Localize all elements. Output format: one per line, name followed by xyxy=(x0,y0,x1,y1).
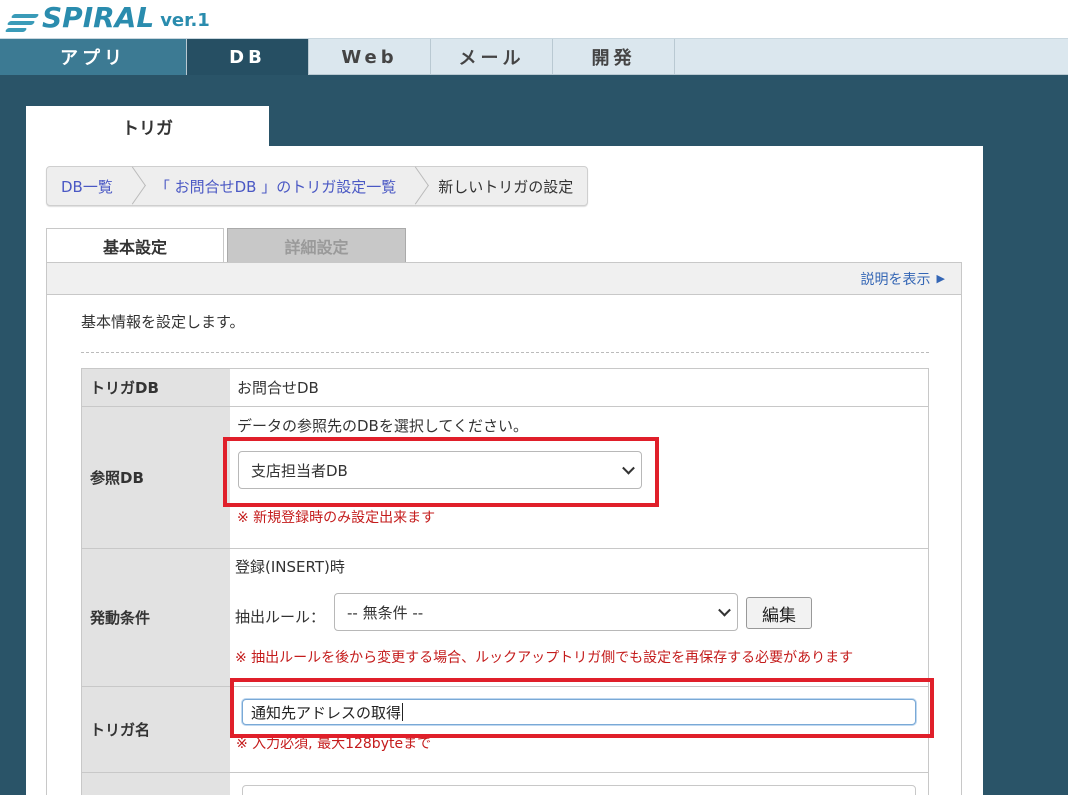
settings-tabs: 基本設定 詳細設定 xyxy=(46,228,406,263)
highlight-trigger-name xyxy=(230,678,934,738)
show-help-link[interactable]: 説明を表示 xyxy=(861,269,931,289)
rule-select[interactable]: -- 無条件 -- xyxy=(334,593,738,631)
nav-item-web[interactable]: Web xyxy=(309,39,431,75)
highlight-ref-db xyxy=(223,437,659,507)
divider xyxy=(81,352,929,353)
logo-text: SPIRAL xyxy=(42,1,155,34)
condition-note: ※ 抽出ルールを後から変更する場合、ルックアップトリガ側でも設定を再保存する必要… xyxy=(235,650,854,666)
row-condition: 発動条件 登録(INSERT)時 抽出ルール： -- 無条件 -- 編集 ※ 抽… xyxy=(82,549,928,687)
spiral-logo[interactable]: SPIRAL ver.1 xyxy=(4,1,210,34)
logo-version: ver.1 xyxy=(160,10,210,31)
nav-item-db[interactable]: DB xyxy=(187,39,309,75)
breadcrumb-db-list[interactable]: DB一覧 xyxy=(47,167,127,205)
breadcrumb-trigger-list[interactable]: 「 お問合せDB 」のトリガ設定一覧 xyxy=(141,167,410,205)
nav-item-app[interactable]: アプリ xyxy=(0,39,187,75)
breadcrumb: DB一覧 「 お問合せDB 」のトリガ設定一覧 新しいトリガの設定 xyxy=(46,166,589,206)
nav-item-mail[interactable]: メール xyxy=(431,39,553,75)
row-next xyxy=(82,773,928,795)
main-nav: アプリ DB Web メール 開発 xyxy=(0,38,1068,75)
label-next xyxy=(82,773,230,795)
chevron-down-icon xyxy=(718,603,731,617)
label-trigger-name: トリガ名 xyxy=(82,687,230,772)
label-trigger-db: トリガDB xyxy=(82,369,230,406)
logo-mark-icon xyxy=(4,6,40,34)
tab-detail-settings[interactable]: 詳細設定 xyxy=(227,228,406,263)
breadcrumb-separator-icon xyxy=(127,167,141,205)
header: SPIRAL ver.1 xyxy=(0,0,1068,38)
label-ref-db: 参照DB xyxy=(82,407,230,548)
row-trigger-db: トリガDB お問合せDB xyxy=(82,369,928,407)
rule-label: 抽出ルール： xyxy=(235,608,326,626)
value-trigger-db: お問合せDB xyxy=(237,379,319,397)
intro-text: 基本情報を設定します。 xyxy=(81,313,245,331)
ref-db-hint: データの参照先のDBを選択してください。 xyxy=(237,417,528,435)
condition-event: 登録(INSERT)時 xyxy=(235,558,345,576)
help-bar: 説明を表示 ▶ xyxy=(47,263,961,295)
ref-db-note: ※ 新規登録時のみ設定出来ます xyxy=(237,510,436,526)
rule-selected: -- 無条件 -- xyxy=(347,603,424,622)
tab-trigger[interactable]: トリガ xyxy=(26,106,269,146)
edit-rule-button[interactable]: 編集 xyxy=(746,597,812,629)
triangle-right-icon: ▶ xyxy=(936,272,945,285)
next-input[interactable] xyxy=(242,785,916,795)
breadcrumb-current: 新しいトリガの設定 xyxy=(438,177,574,196)
breadcrumb-separator-icon xyxy=(410,167,424,205)
label-condition: 発動条件 xyxy=(82,549,230,686)
tab-basic-settings[interactable]: 基本設定 xyxy=(46,228,224,263)
nav-item-dev[interactable]: 開発 xyxy=(553,39,675,75)
